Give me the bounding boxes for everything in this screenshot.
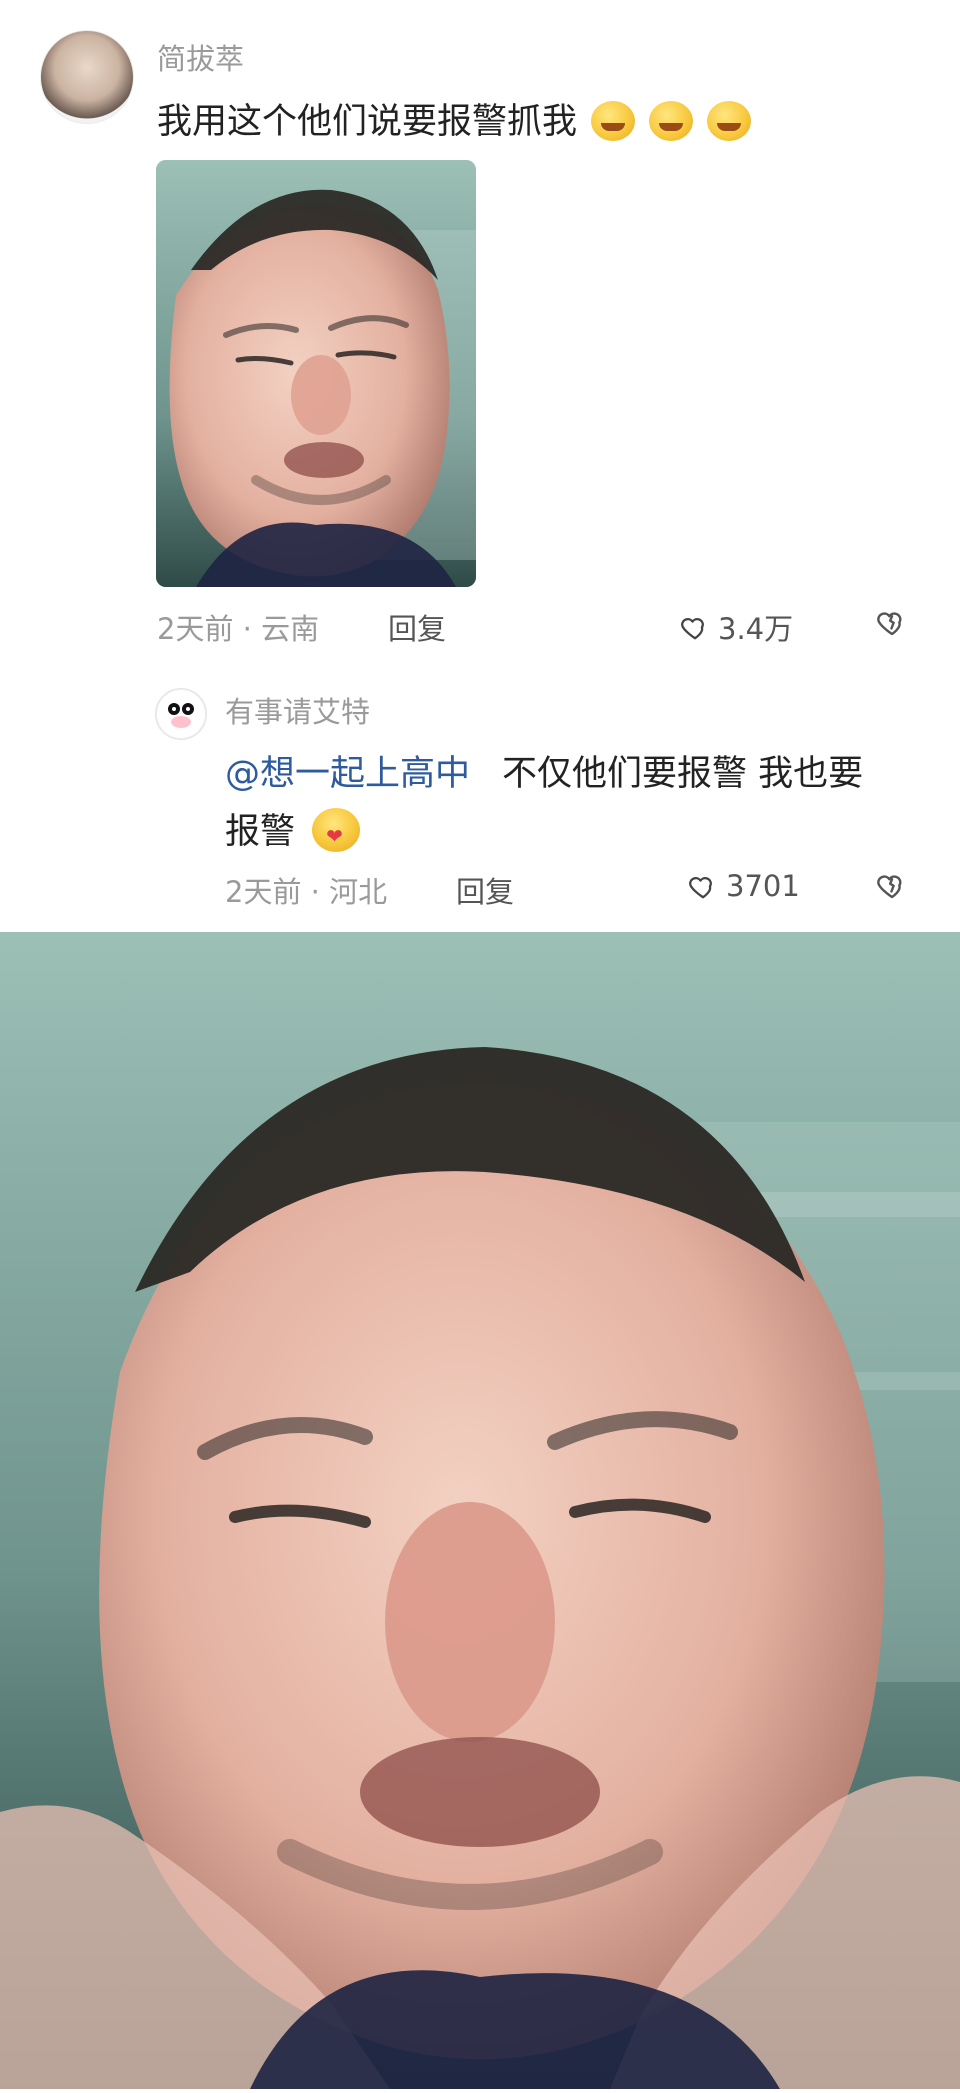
thumbnail-photo [156, 160, 476, 587]
comment-meta: 2天前 · 云南 [157, 612, 320, 646]
heart-icon [689, 877, 712, 899]
crying-laughing-emoji [591, 101, 636, 141]
comment-text-content: 我用这个他们说要报警抓我 [157, 102, 578, 142]
comment-like-count: 3.4万 [718, 612, 794, 646]
comment-dislike-button[interactable] [876, 606, 908, 646]
comment-text: 我用这个他们说要报警抓我 [157, 93, 752, 144]
heart-icon [681, 618, 704, 640]
reply-reply-button[interactable]: 回复 [456, 869, 514, 911]
reply-mention-link[interactable]: @想一起上高中 [225, 745, 470, 796]
avatar-illustration [157, 690, 205, 738]
crying-laughing-emoji [707, 101, 752, 141]
comment-image-thumbnail[interactable] [156, 160, 476, 587]
comment-like-button[interactable]: 3.4万 [680, 606, 793, 648]
broken-heart-icon [877, 875, 902, 899]
reply-meta: 2天前 · 河北 [225, 875, 388, 909]
expanded-photo[interactable] [0, 932, 960, 2089]
reply-dislike-button[interactable] [876, 869, 908, 909]
hug-heart-emoji [312, 808, 361, 852]
comment-author-avatar[interactable] [40, 30, 134, 124]
comment-author-name[interactable]: 简拔萃 [157, 36, 244, 78]
reply-like-count: 3701 [726, 869, 800, 903]
reply-author-avatar[interactable] [155, 688, 207, 740]
reply-like-button[interactable]: 3701 [688, 869, 800, 903]
reply-author-name[interactable]: 有事请艾特 [225, 689, 370, 731]
comment-reply-button[interactable]: 回复 [388, 606, 446, 648]
reply-text-line-2-content: 报警 [225, 812, 296, 852]
comment-card: 简拔萃 我用这个他们说要报警抓我 2天前 · 云南 回复 3.4万 有事请艾特 … [0, 0, 960, 930]
reply-text-line-1: 不仅他们要报警 我也要 [502, 754, 864, 794]
reply-text-line-2: 报警 [225, 803, 361, 854]
crying-laughing-emoji [649, 101, 694, 141]
broken-heart-icon [877, 612, 902, 636]
expanded-photo-illustration [0, 932, 960, 2089]
